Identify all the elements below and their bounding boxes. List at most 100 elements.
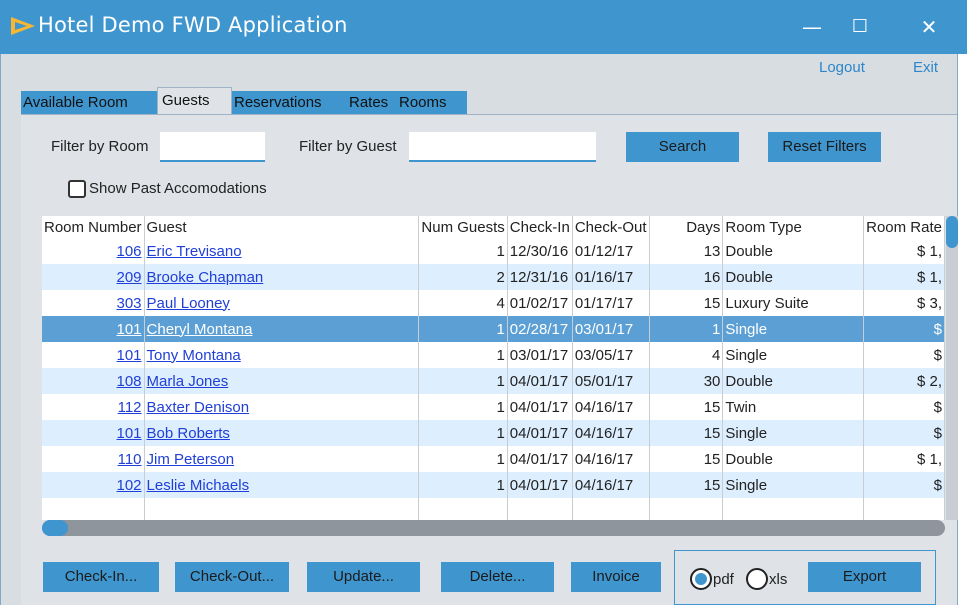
- room-number-link[interactable]: 101: [117, 347, 142, 364]
- exit-link[interactable]: Exit: [913, 59, 938, 76]
- guest-name-link[interactable]: Leslie Michaels: [147, 477, 250, 494]
- tab-guests[interactable]: Guests: [157, 87, 232, 115]
- check-in-cell: 03/01/17: [507, 342, 573, 368]
- column-header[interactable]: Check-Out: [572, 216, 650, 238]
- delete-button[interactable]: Delete...: [441, 562, 554, 592]
- check-in-cell: 04/01/17: [507, 368, 573, 394]
- xls-radio-label[interactable]: xls: [769, 571, 787, 588]
- filter-room-label: Filter by Room: [51, 138, 149, 155]
- column-header[interactable]: Room Number: [42, 216, 145, 238]
- days-cell: 16: [649, 264, 724, 290]
- guest-name-cell: Tony Montana: [144, 342, 420, 368]
- check-in-cell: 01/02/17: [507, 290, 573, 316]
- pdf-radio[interactable]: [690, 568, 712, 590]
- room-rate-cell: $ 2,: [863, 368, 945, 394]
- maximize-icon[interactable]: ☐: [843, 13, 877, 41]
- num-guests-cell: 1: [418, 238, 508, 264]
- column-header[interactable]: Check-In: [507, 216, 573, 238]
- empty-cell: [863, 498, 945, 520]
- guest-name-link[interactable]: Paul Looney: [147, 295, 230, 312]
- tab-reservations[interactable]: Reservations: [232, 91, 347, 115]
- guest-name-cell: Brooke Chapman: [144, 264, 420, 290]
- column-header[interactable]: Num Guests: [418, 216, 508, 238]
- minimize-icon[interactable]: —: [795, 13, 829, 41]
- horizontal-scroll-thumb[interactable]: [42, 520, 68, 536]
- check-out-cell: 01/16/17: [572, 264, 650, 290]
- num-guests-cell: 1: [418, 446, 508, 472]
- column-header[interactable]: Guest: [144, 216, 420, 238]
- guest-name-link[interactable]: Eric Trevisano: [147, 243, 242, 260]
- xls-radio[interactable]: [746, 568, 768, 590]
- guest-name-link[interactable]: Tony Montana: [147, 347, 241, 364]
- room-number-cell: 102: [42, 472, 145, 498]
- check-in-cell: 04/01/17: [507, 420, 573, 446]
- check-out-cell: 04/16/17: [572, 394, 650, 420]
- table-row[interactable]: 106 Eric Trevisano 1 12/30/16 01/12/17 13 Doub…: [42, 238, 945, 264]
- room-number-link[interactable]: 102: [117, 477, 142, 494]
- show-past-label[interactable]: Show Past Accomodations: [89, 180, 267, 197]
- search-button[interactable]: Search: [626, 132, 739, 162]
- check-out-cell: 04/16/17: [572, 472, 650, 498]
- check-in-button[interactable]: Check-In...: [43, 562, 159, 592]
- check-in-cell: 04/01/17: [507, 394, 573, 420]
- room-number-link[interactable]: 110: [118, 451, 142, 468]
- update-button[interactable]: Update...: [307, 562, 420, 592]
- check-out-cell: 04/16/17: [572, 420, 650, 446]
- room-number-link[interactable]: 112: [118, 399, 142, 416]
- invoice-button[interactable]: Invoice: [571, 562, 661, 592]
- room-number-link[interactable]: 106: [117, 243, 142, 260]
- column-header[interactable]: Room Rate: [863, 216, 945, 238]
- logout-link[interactable]: Logout: [819, 59, 865, 76]
- reset-filters-button[interactable]: Reset Filters: [768, 132, 881, 162]
- days-cell: 15: [649, 472, 724, 498]
- room-number-link[interactable]: 108: [117, 373, 142, 390]
- guest-name-link[interactable]: Cheryl Montana: [147, 321, 253, 338]
- room-number-cell: 101: [42, 342, 145, 368]
- table-row[interactable]: 102 Leslie Michaels 1 04/01/17 04/16/17 15 Sin…: [42, 472, 945, 498]
- pdf-radio-label[interactable]: pdf: [713, 571, 734, 588]
- filter-guest-label: Filter by Guest: [299, 138, 397, 155]
- horizontal-scrollbar[interactable]: [42, 520, 945, 536]
- table-row[interactable]: 101 Cheryl Montana 1 02/28/17 03/01/17 1 Singl…: [42, 316, 945, 342]
- empty-cell: [507, 498, 573, 520]
- num-guests-cell: 1: [418, 368, 508, 394]
- room-number-cell: 101: [42, 316, 145, 342]
- guest-name-link[interactable]: Baxter Denison: [147, 399, 250, 416]
- tab-rates[interactable]: Rates: [347, 91, 397, 115]
- show-past-checkbox[interactable]: [68, 180, 86, 198]
- table-row[interactable]: 209 Brooke Chapman 2 12/31/16 01/16/17 16 Doub…: [42, 264, 945, 290]
- filter-room-input[interactable]: [160, 132, 265, 162]
- vertical-scrollbar[interactable]: [946, 216, 958, 520]
- table-row[interactable]: 101 Tony Montana 1 03/01/17 03/05/17 4 Single $: [42, 342, 945, 368]
- room-rate-cell: $: [863, 316, 945, 342]
- room-rate-cell: $: [863, 472, 945, 498]
- table-row[interactable]: 101 Bob Roberts 1 04/01/17 04/16/17 15 Single $: [42, 420, 945, 446]
- room-number-link[interactable]: 101: [117, 321, 142, 338]
- guest-name-link[interactable]: Marla Jones: [147, 373, 229, 390]
- table-row[interactable]: 110 Jim Peterson 1 04/01/17 04/16/17 15 Double…: [42, 446, 945, 472]
- days-cell: 30: [649, 368, 724, 394]
- guest-name-link[interactable]: Bob Roberts: [147, 425, 230, 442]
- room-number-cell: 108: [42, 368, 145, 394]
- close-icon[interactable]: ✕: [912, 13, 946, 41]
- guest-name-link[interactable]: Jim Peterson: [147, 451, 235, 468]
- room-rate-cell: $ 1,: [863, 264, 945, 290]
- room-number-link[interactable]: 209: [117, 269, 142, 286]
- table-row[interactable]: 112 Baxter Denison 1 04/01/17 04/16/17 15 Twin…: [42, 394, 945, 420]
- column-header[interactable]: Days: [649, 216, 724, 238]
- room-number-link[interactable]: 101: [117, 425, 142, 442]
- tab-available-room[interactable]: Available Room: [21, 91, 157, 115]
- table-body: 106 Eric Trevisano 1 12/30/16 01/12/17 13 Doub…: [42, 238, 945, 520]
- export-button[interactable]: Export: [808, 562, 921, 592]
- filter-guest-input[interactable]: [409, 132, 596, 162]
- tab-rooms[interactable]: Rooms: [397, 91, 467, 115]
- guest-name-link[interactable]: Brooke Chapman: [147, 269, 264, 286]
- table-row[interactable]: 108 Marla Jones 1 04/01/17 05/01/17 30 Double $…: [42, 368, 945, 394]
- room-number-link[interactable]: 303: [117, 295, 142, 312]
- num-guests-cell: 4: [418, 290, 508, 316]
- guest-name-cell: Leslie Michaels: [144, 472, 420, 498]
- vertical-scroll-thumb[interactable]: [946, 216, 958, 248]
- column-header[interactable]: Room Type: [722, 216, 865, 238]
- table-row[interactable]: 303 Paul Looney 4 01/02/17 01/17/17 15 Luxury …: [42, 290, 945, 316]
- check-out-button[interactable]: Check-Out...: [175, 562, 289, 592]
